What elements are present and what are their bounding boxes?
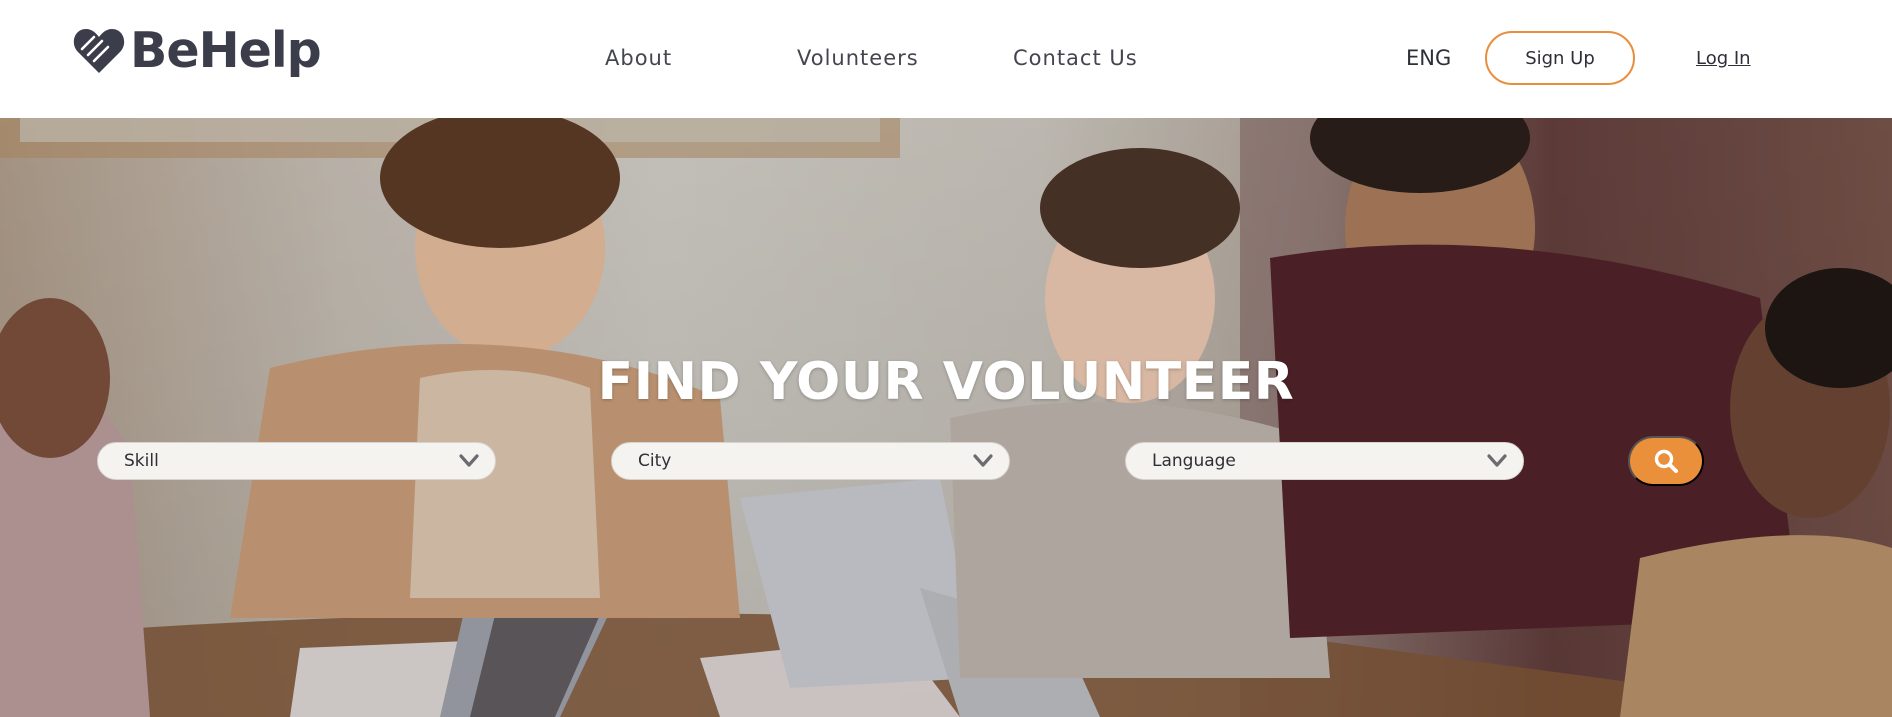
logo-wordmark: BeHelp (130, 21, 322, 79)
hero-title: FIND YOUR VOLUNTEER (597, 352, 1295, 412)
chevron-down-icon (459, 454, 479, 467)
language-select-label: Language (1152, 451, 1236, 471)
chevron-down-icon (1487, 454, 1507, 467)
city-select-label: City (638, 451, 672, 471)
language-select[interactable]: Language (1125, 442, 1524, 480)
heart-hands-logo-icon (73, 29, 125, 73)
hero-section: FIND YOUR VOLUNTEER Skill City Language (0, 118, 1892, 717)
log-in-link[interactable]: Log In (1696, 48, 1751, 69)
skill-select-label: Skill (124, 451, 159, 471)
search-icon (1654, 449, 1678, 473)
nav-about-link[interactable]: About (605, 46, 672, 70)
chevron-down-icon (973, 454, 993, 467)
nav-contact-link[interactable]: Contact Us (1013, 46, 1138, 70)
sign-up-button[interactable]: Sign Up (1485, 31, 1635, 85)
language-switcher[interactable]: ENG (1406, 46, 1451, 70)
site-header: BeHelp About Volunteers Contact Us ENG S… (0, 0, 1892, 118)
city-select[interactable]: City (611, 442, 1010, 480)
search-button[interactable] (1628, 436, 1704, 486)
nav-volunteers-link[interactable]: Volunteers (797, 46, 919, 70)
behelp-logo[interactable]: BeHelp (72, 21, 322, 79)
hero-background-photo (0, 118, 1892, 717)
skill-select[interactable]: Skill (97, 442, 496, 480)
